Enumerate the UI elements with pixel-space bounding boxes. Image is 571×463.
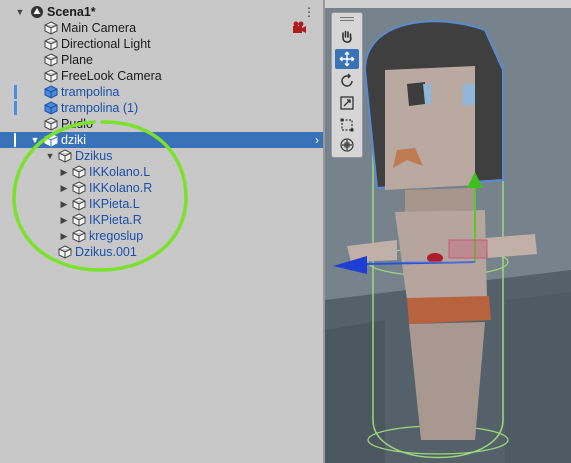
prefab-override-bar [14,85,17,99]
move-tool-button[interactable] [335,49,359,69]
scene-root-row[interactable]: ▼ Scena1* ⋮ [0,4,323,20]
hierarchy-panel: ▼ Scena1* ⋮ Main Camera Directional Ligh… [0,0,323,463]
gameobject-cube-icon [44,37,58,51]
hand-tool-button[interactable] [335,27,359,47]
prefab-cube-icon [44,85,58,99]
rect-transform-icon [340,118,354,132]
transform-tool-button[interactable] [335,135,359,155]
hierarchy-item-label: trampolina [61,85,120,99]
hierarchy-item-directional-light[interactable]: Directional Light [0,36,323,52]
camera-gizmo-icon [293,21,306,33]
scene-tools-toolbar [331,12,363,158]
hierarchy-item-freelook-camera[interactable]: FreeLook Camera [0,68,323,84]
hierarchy-item-label: trampolina (1) [61,101,139,115]
chevron-right-icon[interactable]: › [315,132,319,148]
gameobject-cube-icon [44,53,58,67]
kebab-menu-icon[interactable]: ⋮ [303,4,315,20]
hierarchy-item-label: FreeLook Camera [61,69,162,83]
hand-icon [342,30,352,43]
hierarchy-item-trampolina[interactable]: trampolina [0,84,323,100]
prefab-cube-icon [44,101,58,115]
rotate-icon [341,73,353,87]
gameobject-cube-icon [44,69,58,83]
hierarchy-item-plane[interactable]: Plane [0,52,323,68]
move-arrows-icon [339,51,355,67]
scale-icon [340,96,354,110]
scene-top-strip [325,0,571,8]
hierarchy-item-label: Directional Light [61,37,151,51]
transform-icon [340,138,354,152]
hierarchy-item-main-camera[interactable]: Main Camera [0,20,323,36]
annotation-circle [12,120,188,272]
rotate-tool-button[interactable] [335,71,359,91]
scale-tool-button[interactable] [335,93,359,113]
hierarchy-item-label: Main Camera [61,21,137,35]
fold-arrow-icon[interactable]: ▼ [15,4,25,20]
rect-tool-button[interactable] [335,115,359,135]
prefab-override-bar [14,101,17,115]
hierarchy-item-trampolina-1[interactable]: trampolina (1) [0,100,323,116]
scene-name: Scena1* [47,5,96,19]
gameobject-cube-icon [44,21,58,35]
hierarchy-item-label: Plane [61,53,93,67]
toolbar-grip[interactable] [340,17,354,18]
unity-scene-icon [31,6,43,18]
